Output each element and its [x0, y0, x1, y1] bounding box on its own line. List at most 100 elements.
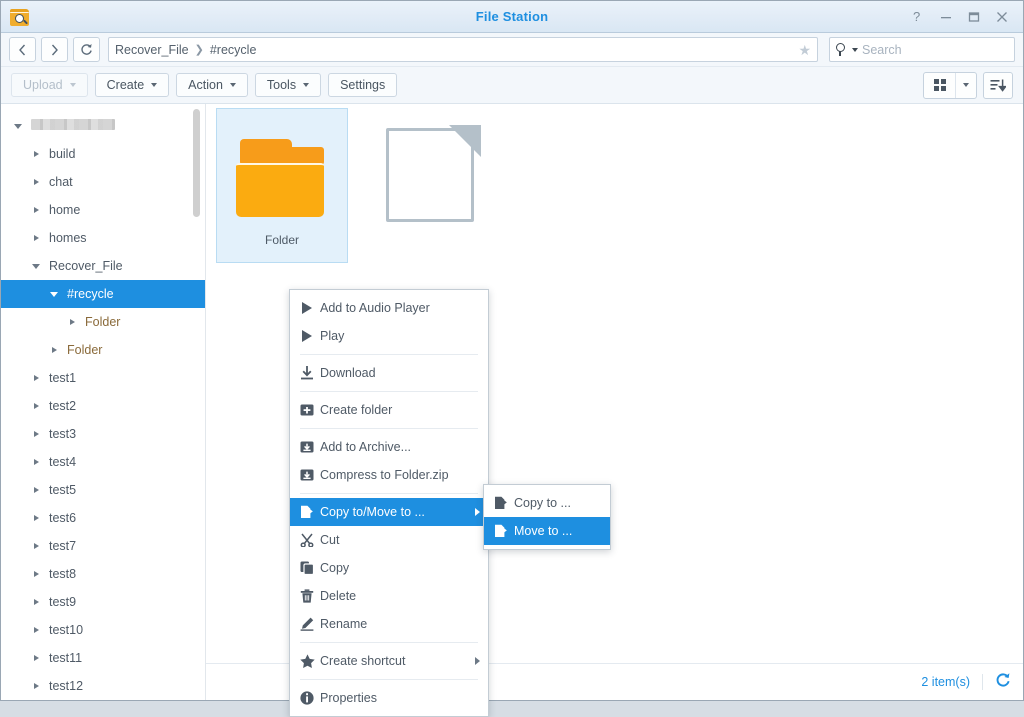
chevron-right-icon[interactable]	[47, 347, 61, 353]
search-scope-chevron-down-icon[interactable]	[852, 48, 858, 52]
sidebar-item-folder[interactable]: Folder	[1, 308, 205, 336]
menu-item-move-to[interactable]: Move to ...	[484, 517, 610, 545]
sidebar-item-test12[interactable]: test12	[1, 672, 205, 700]
sidebar-item-build[interactable]: build	[1, 140, 205, 168]
menu-item-delete[interactable]: Delete	[290, 582, 488, 610]
chevron-right-icon[interactable]	[29, 179, 43, 185]
sidebar-item-folder[interactable]: Folder	[1, 336, 205, 364]
chevron-down-icon[interactable]	[11, 124, 25, 129]
sidebar-item-home[interactable]: home	[1, 196, 205, 224]
chevron-right-icon[interactable]	[29, 151, 43, 157]
menu-item-copy-to-move-to[interactable]: Copy to/Move to ...	[290, 498, 488, 526]
view-mode-group	[923, 72, 977, 99]
chevron-right-icon[interactable]	[29, 683, 43, 689]
chevron-down-icon	[70, 83, 76, 87]
tools-button[interactable]: Tools	[255, 73, 321, 97]
chevron-right-icon[interactable]	[29, 571, 43, 577]
sidebar-scrollbar-thumb[interactable]	[193, 109, 200, 217]
chevron-right-icon[interactable]	[29, 627, 43, 633]
chevron-right-icon[interactable]	[29, 431, 43, 437]
sidebar-item-test3[interactable]: test3	[1, 420, 205, 448]
sidebar-item-label: test6	[49, 511, 76, 525]
back-button[interactable]	[9, 37, 36, 62]
create-button[interactable]: Create	[95, 73, 170, 97]
chevron-right-icon[interactable]	[65, 319, 79, 325]
sidebar-item-test2[interactable]: test2	[1, 392, 205, 420]
sidebar-item-recover-file[interactable]: Recover_File	[1, 252, 205, 280]
sidebar-item--recycle[interactable]: #recycle	[1, 280, 205, 308]
menu-item-compress-to-folder-zip[interactable]: Compress to Folder.zip	[290, 461, 488, 489]
star-icon[interactable]: ★	[798, 43, 811, 57]
menu-item-download[interactable]: Download	[290, 359, 488, 387]
menu-item-play[interactable]: Play	[290, 322, 488, 350]
sidebar-item-test11[interactable]: test11	[1, 644, 205, 672]
menu-item-copy[interactable]: Copy	[290, 554, 488, 582]
menu-separator	[300, 391, 478, 392]
chevron-right-icon[interactable]	[29, 459, 43, 465]
settings-button[interactable]: Settings	[328, 73, 397, 97]
chevron-down-icon[interactable]	[29, 264, 43, 269]
sidebar-item-test4[interactable]: test4	[1, 448, 205, 476]
context-submenu[interactable]: Copy to ... Move to ...	[483, 484, 611, 550]
window-title: File Station	[1, 9, 1023, 24]
forward-button[interactable]	[41, 37, 68, 62]
sidebar-item-homes[interactable]: homes	[1, 224, 205, 252]
chevron-down-icon[interactable]	[47, 292, 61, 297]
file-tile-folder[interactable]: Folder	[216, 108, 348, 263]
chevron-right-icon[interactable]	[29, 599, 43, 605]
sidebar-item-label: Folder	[85, 315, 120, 329]
sidebar-item-test8[interactable]: test8	[1, 560, 205, 588]
menu-separator	[300, 354, 478, 355]
breadcrumb-item-0[interactable]: Recover_File	[115, 43, 189, 57]
folder-icon	[230, 123, 334, 227]
menu-item-rename[interactable]: Rename	[290, 610, 488, 638]
title-bar: File Station ?	[1, 1, 1023, 33]
upload-button[interactable]: Upload	[11, 73, 88, 97]
move-to-icon	[494, 524, 514, 538]
sidebar-item-test1[interactable]: test1	[1, 364, 205, 392]
menu-separator	[300, 428, 478, 429]
breadcrumb-path-bar[interactable]: Recover_File ❯ #recycle ★	[108, 37, 818, 62]
sidebar-item-test9[interactable]: test9	[1, 588, 205, 616]
grid-view-icon[interactable]	[924, 73, 955, 98]
menu-item-label: Add to Archive...	[320, 440, 411, 454]
refresh-icon[interactable]	[995, 672, 1011, 692]
sidebar-item-chat[interactable]: chat	[1, 168, 205, 196]
menu-item-add-to-archive[interactable]: Add to Archive...	[290, 433, 488, 461]
menu-item-properties[interactable]: Properties	[290, 684, 488, 712]
chevron-right-icon[interactable]	[29, 655, 43, 661]
breadcrumb-item-1[interactable]: #recycle	[210, 43, 257, 57]
menu-item-add-to-audio-player[interactable]: Add to Audio Player	[290, 294, 488, 322]
sidebar-item-test7[interactable]: test7	[1, 532, 205, 560]
menu-item-label: Compress to Folder.zip	[320, 468, 449, 482]
sidebar-item-test6[interactable]: test6	[1, 504, 205, 532]
sidebar-item-label: homes	[49, 231, 87, 245]
menu-item-create-folder[interactable]: Create folder	[290, 396, 488, 424]
chevron-right-icon[interactable]	[29, 403, 43, 409]
menu-item-cut[interactable]: Cut	[290, 526, 488, 554]
chevron-right-icon[interactable]	[29, 235, 43, 241]
sidebar-item-label: test4	[49, 455, 76, 469]
action-button[interactable]: Action	[176, 73, 248, 97]
menu-item-label: Download	[320, 366, 376, 380]
menu-separator	[300, 642, 478, 643]
sidebar-item-label: test5	[49, 483, 76, 497]
sort-descending-icon[interactable]	[983, 72, 1013, 99]
sidebar-item-redacted[interactable]	[1, 112, 205, 140]
chevron-right-icon[interactable]	[29, 375, 43, 381]
search-input[interactable]: Search	[829, 37, 1015, 62]
chevron-right-icon[interactable]	[29, 487, 43, 493]
view-mode-chevron-down-icon[interactable]	[955, 73, 976, 98]
chevron-right-icon[interactable]	[29, 207, 43, 213]
star-filled-icon	[300, 654, 320, 668]
chevron-right-icon[interactable]	[29, 543, 43, 549]
file-tile-document[interactable]	[366, 108, 498, 263]
menu-item-copy-to[interactable]: Copy to ...	[484, 489, 610, 517]
sidebar-item-test5[interactable]: test5	[1, 476, 205, 504]
context-menu[interactable]: Add to Audio PlayerPlay Download Create fo…	[289, 289, 489, 717]
menu-item-create-shortcut[interactable]: Create shortcut	[290, 647, 488, 675]
sidebar-item-test10[interactable]: test10	[1, 616, 205, 644]
chevron-right-icon[interactable]	[29, 515, 43, 521]
menu-item-label: Move to ...	[514, 524, 572, 538]
refresh-button[interactable]	[73, 37, 100, 62]
